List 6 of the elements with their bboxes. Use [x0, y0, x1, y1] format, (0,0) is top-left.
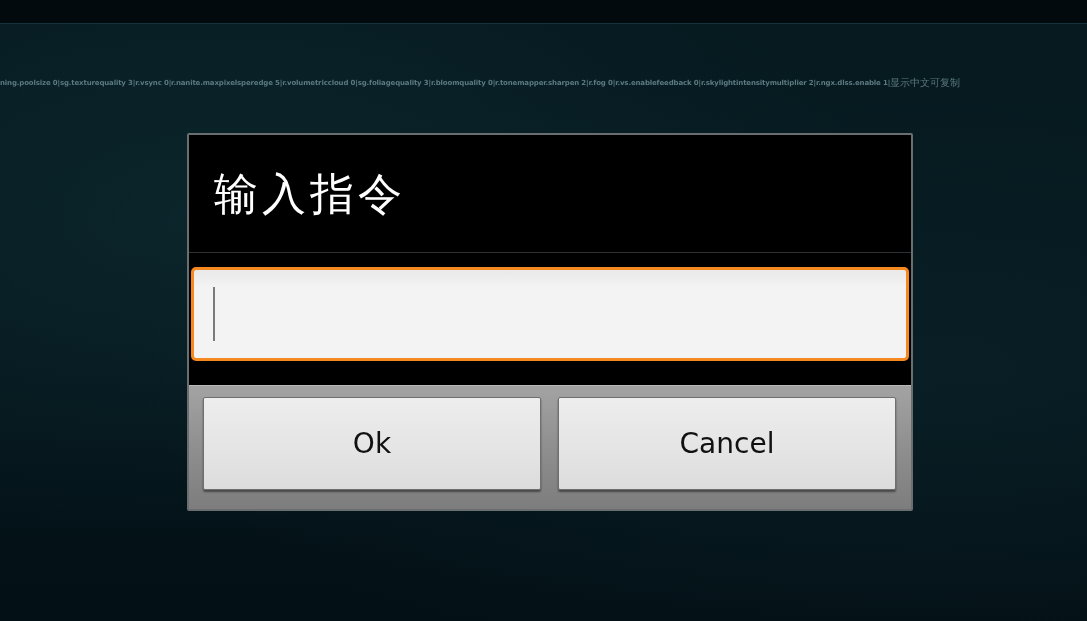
cancel-button[interactable]: Cancel	[558, 397, 896, 490]
dialog-title: 输入指令	[214, 170, 406, 219]
text-cursor	[213, 287, 215, 341]
command-input-field[interactable]	[191, 267, 909, 361]
console-note-text: 显示中文可复制	[890, 76, 961, 90]
ok-button[interactable]: Ok	[203, 397, 541, 490]
